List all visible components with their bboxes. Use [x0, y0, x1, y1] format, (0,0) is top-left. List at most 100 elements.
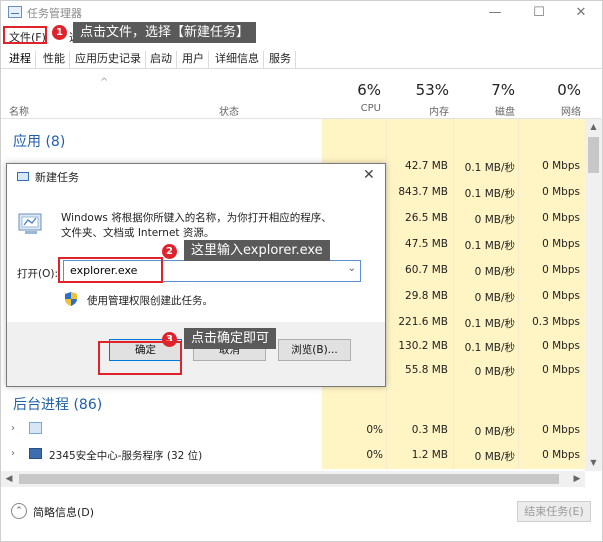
run-illustration-icon — [18, 213, 42, 234]
column-separator — [518, 119, 519, 469]
tab-services[interactable]: 服务 — [265, 51, 296, 68]
close-button[interactable]: ✕ — [561, 3, 601, 23]
row-mem: 42.7 MB — [405, 160, 448, 172]
row-disk: 0.1 MB/秒 — [464, 240, 515, 252]
dialog-title: 新建任务 — [35, 171, 79, 184]
row-mem: 29.8 MB — [405, 290, 448, 302]
tab-app-history[interactable]: 应用历史记录 — [71, 51, 146, 68]
chevron-down-icon[interactable]: ⌄ — [348, 263, 356, 274]
fewer-details-link[interactable]: 简略信息(D) — [33, 504, 94, 520]
header-status[interactable]: 状态 — [219, 103, 239, 118]
highlight-ok-button — [98, 341, 182, 375]
header-net-pct[interactable]: 0% — [521, 81, 581, 99]
row-disk: 0 MB/秒 — [474, 426, 515, 438]
row-mem: 221.6 MB — [398, 316, 448, 328]
row-net: 0 Mbps — [542, 449, 580, 461]
header-disk[interactable]: 磁盘 — [455, 103, 515, 118]
sort-up-icon: ^ — [100, 77, 109, 88]
row-cpu: 0% — [366, 449, 383, 461]
step1-callout: 点击文件，选择【新建任务】 — [73, 22, 257, 43]
header-disk-pct[interactable]: 7% — [455, 81, 515, 99]
header-network[interactable]: 网络 — [521, 103, 581, 118]
tab-users[interactable]: 用户 — [178, 51, 209, 68]
row-disk: 0.1 MB/秒 — [464, 318, 515, 330]
header-name[interactable]: 名称 — [9, 103, 29, 118]
group-apps[interactable]: 应用 (8) — [13, 131, 65, 151]
maximize-button[interactable]: ☐ — [519, 3, 559, 23]
highlight-open-input — [58, 257, 163, 283]
row-net: 0 Mbps — [542, 160, 580, 172]
row-mem: 130.2 MB — [398, 340, 448, 352]
tab-processes[interactable]: 进程 — [5, 51, 36, 68]
minimize-button[interactable]: — — [475, 3, 515, 23]
dialog-description-line1: Windows 将根据你所键入的名称，为你打开相应的程序、 — [61, 212, 332, 224]
admin-privilege-text: 使用管理权限创建此任务。 — [87, 295, 213, 307]
row-mem: 60.7 MB — [405, 264, 448, 276]
footer: ⌃ 简略信息(D) 结束任务(E) — [1, 491, 603, 542]
scroll-left-icon[interactable]: ◀ — [1, 471, 17, 487]
step3-callout: 点击确定即可 — [184, 328, 277, 349]
row-mem: 0.3 MB — [411, 424, 448, 436]
row-net: 0 Mbps — [542, 424, 580, 436]
scroll-thumb[interactable] — [19, 474, 559, 484]
row-mem: 26.5 MB — [405, 212, 448, 224]
row-net: 0 Mbps — [542, 238, 580, 250]
highlight-file-menu — [3, 26, 47, 44]
row-net: 0 Mbps — [542, 186, 580, 198]
row-mem: 843.7 MB — [398, 186, 448, 198]
header-cpu[interactable]: CPU — [323, 103, 381, 114]
row-disk: 0 MB/秒 — [474, 366, 515, 378]
row-disk: 0.1 MB/秒 — [464, 342, 515, 354]
step1-badge: 1 — [52, 25, 67, 40]
row-disk: 0 MB/秒 — [474, 214, 515, 226]
step2-callout: 这里输入explorer.exe — [184, 240, 330, 261]
gear-app-icon — [29, 422, 42, 434]
tab-startup[interactable]: 启动 — [146, 51, 177, 68]
service-app-icon — [29, 448, 42, 459]
tab-performance[interactable]: 性能 — [39, 51, 70, 68]
uac-shield-icon — [65, 292, 77, 306]
header-cpu-pct[interactable]: 6% — [323, 81, 381, 99]
row-disk: 0.1 MB/秒 — [464, 162, 515, 174]
row-cpu: 0% — [366, 424, 383, 436]
row-net: 0 Mbps — [542, 290, 580, 302]
scroll-down-icon[interactable]: ▼ — [585, 455, 602, 471]
dialog-description-line2: 文件夹、文档或 Internet 资源。 — [61, 227, 215, 239]
open-label: 打开(O): — [17, 268, 58, 280]
expand-chevron-icon[interactable]: › — [11, 448, 15, 459]
end-task-button[interactable]: 结束任务(E) — [517, 501, 591, 522]
column-header: ^ 名称 状态 6% CPU 53% 内存 7% 磁盘 0% 网络 — [1, 73, 603, 119]
horizontal-scrollbar[interactable]: ◀ ▶ — [1, 471, 585, 487]
dialog-close-button[interactable]: ✕ — [363, 167, 375, 183]
scroll-thumb[interactable] — [588, 137, 599, 173]
header-mem-pct[interactable]: 53% — [387, 81, 449, 99]
row-net: 0 Mbps — [542, 364, 580, 376]
task-manager-icon — [8, 6, 22, 18]
row-net: 0 Mbps — [542, 264, 580, 276]
tab-bar: 进程 性能 应用历史记录 启动 用户 详细信息 服务 — [1, 49, 603, 69]
header-memory[interactable]: 内存 — [387, 103, 449, 118]
row-net: 0 Mbps — [542, 212, 580, 224]
vertical-scrollbar[interactable]: ▲ ▼ — [585, 119, 602, 471]
window-title: 任务管理器 — [27, 7, 82, 20]
row-mem: 47.5 MB — [405, 238, 448, 250]
tab-details[interactable]: 详细信息 — [211, 51, 264, 68]
column-separator — [453, 119, 454, 469]
row-disk: 0 MB/秒 — [474, 292, 515, 304]
collapse-chevron-icon[interactable]: ⌃ — [11, 503, 27, 519]
column-separator — [386, 119, 387, 469]
scroll-right-icon[interactable]: ▶ — [569, 471, 585, 487]
run-dialog-icon — [17, 172, 29, 181]
expand-chevron-icon[interactable]: › — [11, 423, 15, 434]
row-disk: 0 MB/秒 — [474, 451, 515, 463]
row-disk: 0 MB/秒 — [474, 266, 515, 278]
step2-badge: 2 — [162, 244, 177, 259]
process-name: 2345安全中心-服务程序 (32 位) — [49, 450, 203, 462]
row-net: 0.3 Mbps — [532, 316, 580, 328]
row-net: 0 Mbps — [542, 340, 580, 352]
row-disk: 0.1 MB/秒 — [464, 188, 515, 200]
group-background-processes[interactable]: 后台进程 (86) — [13, 394, 102, 414]
scroll-up-icon[interactable]: ▲ — [585, 119, 602, 135]
browse-button[interactable]: 浏览(B)... — [278, 339, 351, 361]
row-mem: 1.2 MB — [411, 449, 448, 461]
